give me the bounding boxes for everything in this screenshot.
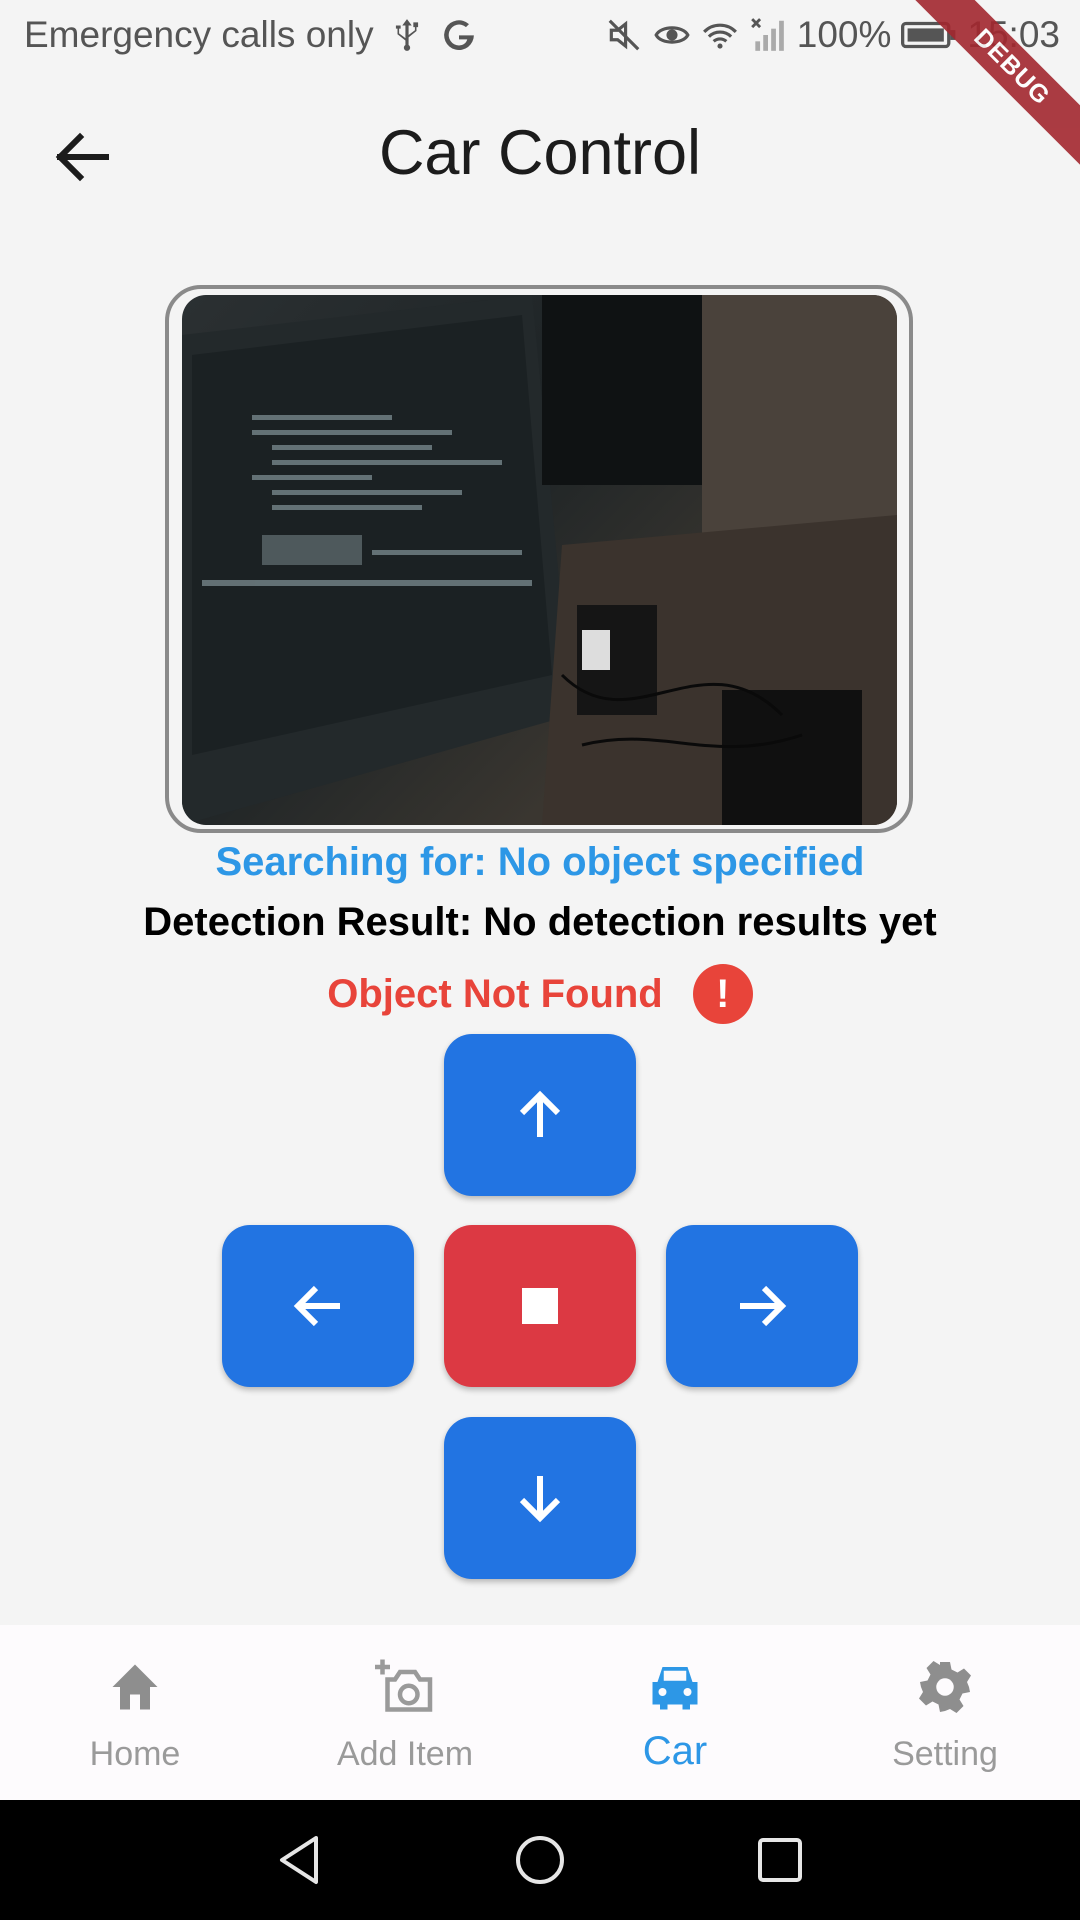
camera-frame bbox=[165, 285, 913, 833]
battery-percent: 100% bbox=[796, 14, 892, 55]
home-icon bbox=[112, 1664, 158, 1710]
left-button[interactable] bbox=[222, 1225, 414, 1387]
object-status-label: Object Not Found bbox=[327, 971, 663, 1016]
arrow-left-icon bbox=[293, 1285, 340, 1327]
alert-icon: ! bbox=[692, 964, 753, 1024]
backward-button[interactable] bbox=[444, 1417, 636, 1579]
nav-item-home[interactable]: Home bbox=[0, 1625, 270, 1800]
stop-button[interactable] bbox=[444, 1225, 636, 1387]
nav-item-car[interactable]: Car bbox=[540, 1625, 810, 1800]
nav-label-car: Car bbox=[642, 1729, 708, 1773]
nav-label-add-item: Add Item bbox=[336, 1735, 474, 1773]
car-icon bbox=[652, 1667, 698, 1710]
google-icon bbox=[443, 20, 474, 51]
camera-scene bbox=[182, 295, 897, 825]
right-button[interactable] bbox=[666, 1225, 858, 1387]
arrow-right-icon bbox=[740, 1285, 787, 1327]
carrier-text: Emergency calls only bbox=[24, 14, 374, 55]
eye-icon bbox=[654, 26, 690, 44]
system-nav-bar bbox=[0, 1800, 1080, 1920]
nav-label-setting: Setting bbox=[892, 1735, 998, 1773]
nav-item-setting[interactable]: Setting bbox=[810, 1625, 1080, 1800]
searching-label: Searching for: No object specified bbox=[215, 840, 865, 884]
camera-feed-image bbox=[182, 295, 897, 825]
mute-icon bbox=[608, 19, 640, 51]
status-left: Emergency calls only bbox=[24, 14, 478, 56]
add-photo-icon bbox=[375, 1659, 433, 1712]
recents-square-icon[interactable] bbox=[750, 1830, 810, 1890]
bottom-nav: Home Add Item Car Setting bbox=[0, 1625, 1080, 1800]
back-triangle-icon[interactable] bbox=[270, 1830, 330, 1890]
arrow-up-icon bbox=[519, 1090, 561, 1137]
forward-button[interactable] bbox=[444, 1034, 636, 1196]
nav-label-home: Home bbox=[89, 1735, 181, 1773]
home-circle-icon[interactable] bbox=[510, 1830, 570, 1890]
stop-icon bbox=[522, 1288, 558, 1324]
app-bar: Car Control bbox=[0, 75, 1080, 235]
detection-result-label: Detection Result: No detection results y… bbox=[143, 900, 937, 944]
object-status-row: Object Not Found ! bbox=[0, 964, 1080, 1024]
signal-icon bbox=[750, 18, 784, 51]
wifi-icon bbox=[702, 23, 737, 49]
gear-icon bbox=[919, 1661, 971, 1713]
nav-item-add-item[interactable]: Add Item bbox=[270, 1625, 540, 1800]
arrow-down-icon bbox=[519, 1476, 561, 1523]
page-title: Car Control bbox=[378, 118, 702, 188]
usb-icon bbox=[395, 19, 418, 51]
status-bar: Emergency calls only 100% 15:03 DEBUG bbox=[0, 0, 1080, 174]
